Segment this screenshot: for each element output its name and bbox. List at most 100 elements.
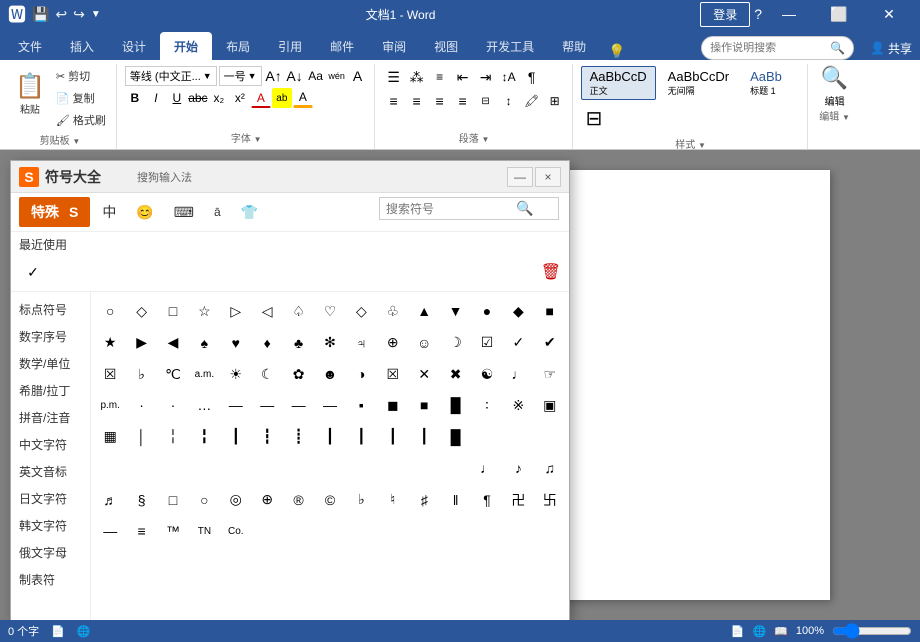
sym-ellipsis[interactable]: … [189,390,219,420]
sym-earth[interactable]: ⊕ [378,327,408,357]
find-button[interactable]: 🔍 编辑 [815,66,855,106]
sym-grid[interactable]: ▣ [535,390,565,420]
sym-smiley-inv[interactable]: ☻ [315,359,345,389]
cat-tab-emoji[interactable]: 😊 [128,200,161,225]
sym-star-outline[interactable]: ☆ [189,296,219,326]
sym-circle-out[interactable]: ○ [189,484,219,514]
sym-yin-yang[interactable]: ☯ [472,359,502,389]
sym-spade[interactable]: ♠ [189,327,219,357]
tab-file[interactable]: 文件 [4,32,56,60]
recent-sym-empty-4[interactable] [139,258,167,286]
sym-sp13[interactable] [378,453,408,483]
dialog-close-button[interactable]: × [535,167,561,187]
cat-phonetic[interactable]: 拼音/注音 [11,404,90,431]
sym-asterisk-fancy[interactable]: ✻ [315,327,345,357]
sym-moon[interactable]: ☾ [252,359,282,389]
tab-help[interactable]: 帮助 [548,32,600,60]
format-painter-button[interactable]: 🖌格式刷 [52,110,110,130]
ribbon-search-box[interactable]: 🔍 [701,36,854,60]
sym-beamed-notes2[interactable]: ♬ [95,484,125,514]
pinyin-button[interactable]: wén [327,66,347,86]
recent-sym-empty-1[interactable] [49,258,77,286]
sym-am[interactable]: a.m. [189,359,219,389]
sym-colon-dots[interactable]: ∶ [472,390,502,420]
restore-button[interactable]: ⬜ [816,0,862,28]
border-button[interactable]: ⊞ [544,90,566,112]
tab-references[interactable]: 引用 [264,32,316,60]
sym-dash1[interactable]: — [252,390,282,420]
sym-sun[interactable]: ☀ [221,359,251,389]
sym-pm[interactable]: p.m. [95,390,125,420]
sym-sp10[interactable] [283,453,313,483]
highlight-button[interactable]: ab [272,88,292,108]
sym-block[interactable]: █ [440,422,470,452]
align-center-button[interactable]: ≡ [406,90,428,112]
tab-design[interactable]: 设计 [108,32,160,60]
sym-heavy-check[interactable]: ✔ [535,327,565,357]
sym-em-dash2[interactable]: — [95,516,125,546]
sym-club[interactable]: ♣ [283,327,313,357]
tab-review[interactable]: 审阅 [368,32,420,60]
change-case-button[interactable]: Aa [306,66,326,86]
tab-developer[interactable]: 开发工具 [472,32,548,60]
align-left-button[interactable]: ≡ [383,90,405,112]
sym-beamed-notes[interactable]: ♫ [535,453,565,483]
sym-bar-dashed4[interactable]: ┋ [283,422,313,452]
superscript-button[interactable]: x² [230,88,250,108]
sym-circle-solid[interactable]: ● [472,296,502,326]
sym-telephone[interactable]: ℃ [158,359,188,389]
sym-club-outline[interactable]: ♧ [378,296,408,326]
sym-tn[interactable]: TN [189,516,219,546]
strikethrough-button[interactable]: abc [188,88,208,108]
sym-ballot-box-check[interactable]: ☑ [472,327,502,357]
sym-ballot-x[interactable]: ☒ [95,359,125,389]
sym-diamond-outline2[interactable]: ◇ [346,296,376,326]
share-button[interactable]: 👤 共享 [870,40,912,57]
tab-mailings[interactable]: 邮件 [316,32,368,60]
sym-checkmark[interactable]: ✓ [503,327,533,357]
tab-view[interactable]: 视图 [420,32,472,60]
recent-sym-empty-9[interactable] [289,258,317,286]
sym-triangle-left[interactable]: ◁ [252,296,282,326]
sym-diamond-solid[interactable]: ◆ [503,296,533,326]
sym-ballot-x2[interactable]: ☒ [378,359,408,389]
ribbon-search-input[interactable] [710,42,830,54]
cat-math[interactable]: 数学/单位 [11,350,90,377]
tab-home[interactable]: 开始 [160,32,212,60]
sym-dash3[interactable]: — [315,390,345,420]
sym-co[interactable]: Co. [221,516,251,546]
sym-sp6[interactable] [158,453,188,483]
cat-tab-special[interactable]: 特殊 S [19,197,90,227]
sym-swastika-l[interactable]: 卍 [503,484,533,514]
sym-bar-dashed3[interactable]: ┇ [252,422,282,452]
align-right-button[interactable]: ≡ [429,90,451,112]
quick-access-more[interactable]: ▼ [91,9,101,20]
sym-bar-thin[interactable]: │ [126,422,156,452]
sym-mult-x[interactable]: ✕ [409,359,439,389]
style-more-button[interactable]: ⊟ [581,103,608,134]
bullet-list-button[interactable]: ☰ [383,66,405,88]
cut-button[interactable]: ✂剪切 [52,66,110,86]
sym-section[interactable]: § [126,484,156,514]
sym-sp8[interactable] [221,453,251,483]
undo-icon[interactable]: ↩ [55,6,67,23]
view-icon-web[interactable]: 🌐 [752,625,766,638]
cat-tab-chinese[interactable]: 中 [94,198,124,226]
minimize-button[interactable]: — [766,0,812,28]
sym-heart[interactable]: ♥ [221,327,251,357]
sym-pilcrow[interactable]: ¶ [472,484,502,514]
sym-circle-half[interactable]: ◑ [346,359,376,389]
login-button[interactable]: 登录 [700,2,750,27]
cat-tab-keyboard[interactable]: ⌨ [166,200,202,225]
style-nospace-button[interactable]: AaBbCcDr无间隔 [659,66,738,100]
sym-square-xl[interactable]: █ [440,390,470,420]
recent-sym-empty-5[interactable] [169,258,197,286]
sym-crescent[interactable]: ☽ [440,327,470,357]
dialog-search-input[interactable] [386,202,516,216]
shading-button[interactable]: 🖍 [521,90,543,112]
sym-square-lg[interactable]: ■ [409,390,439,420]
sym-sp7[interactable] [189,453,219,483]
style-heading1-button[interactable]: AaBb标题 1 [741,66,791,100]
font-name-selector[interactable]: 等线 (中文正...▼ [125,66,217,86]
close-button[interactable]: ✕ [866,0,912,28]
